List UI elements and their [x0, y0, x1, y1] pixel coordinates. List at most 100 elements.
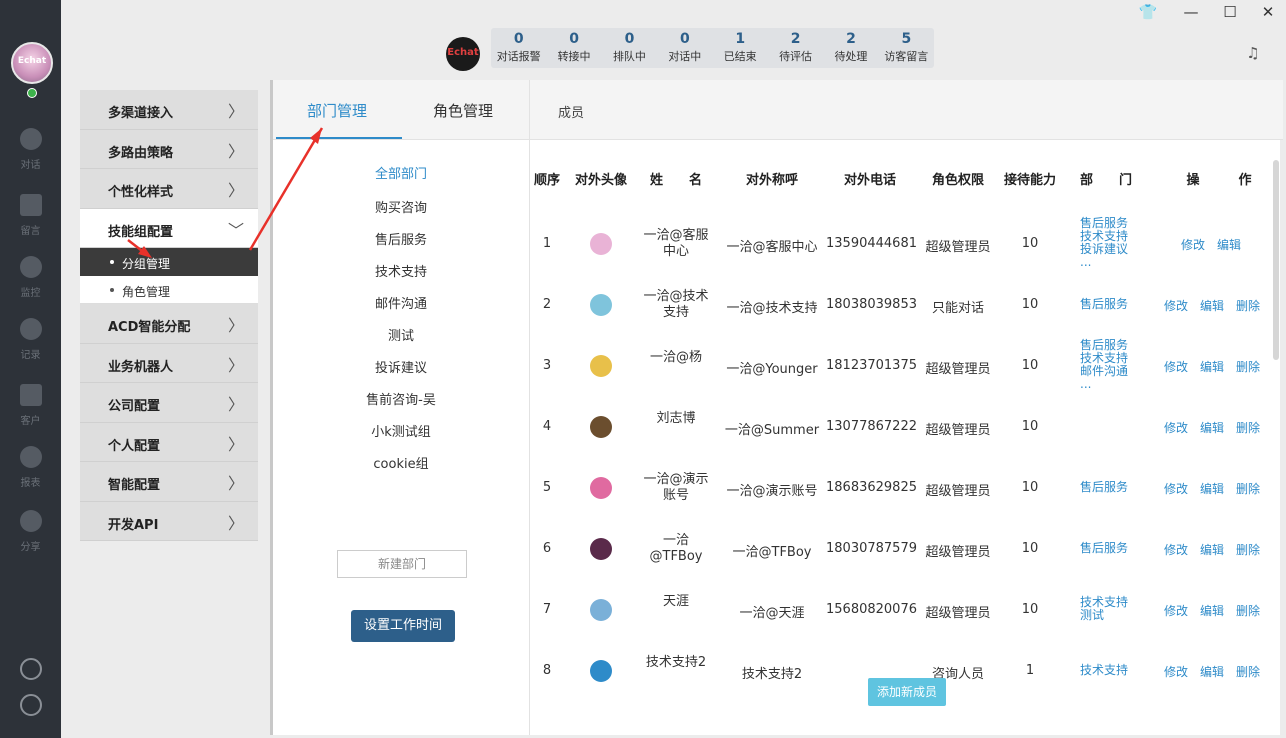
cell-nickname: 一洽@Younger: [726, 362, 818, 377]
menu-item-style[interactable]: 个性化样式 〉: [80, 169, 258, 209]
op-link-1[interactable]: 编辑: [1200, 358, 1224, 375]
rail-label: 客户: [20, 416, 41, 427]
op-link-2[interactable]: 删除: [1236, 297, 1260, 314]
rail-item-records[interactable]: 记录: [0, 318, 61, 378]
stat-transferring[interactable]: 0 转接中: [546, 28, 601, 68]
dept-item[interactable]: 全部部门: [273, 163, 529, 182]
stat-pending[interactable]: 2 待处理: [823, 28, 878, 68]
dept-item[interactable]: 技术支持: [273, 261, 529, 280]
dept-item[interactable]: cookie组: [273, 453, 529, 472]
dept-item[interactable]: 测试: [273, 325, 529, 344]
new-dept-input[interactable]: 新建部门: [337, 550, 467, 578]
menu-item-skill-group[interactable]: 技能组配置 ﹀: [80, 208, 258, 248]
rail-item-messages[interactable]: 留言: [0, 194, 61, 254]
op-link-2[interactable]: 删除: [1236, 602, 1260, 619]
submenu-role-mgmt[interactable]: 角色管理: [80, 276, 258, 304]
submenu-group-mgmt[interactable]: 分组管理: [80, 248, 258, 276]
op-link-0[interactable]: 修改: [1164, 297, 1188, 314]
dept-item[interactable]: 小k测试组: [273, 421, 529, 440]
menu-item-label: ACD智能分配: [108, 320, 191, 335]
minimize-button[interactable]: —: [1181, 2, 1201, 22]
menu-item-smart[interactable]: 智能配置 〉: [80, 462, 258, 502]
chevron-right-icon: 〉: [227, 513, 244, 533]
cell-dept-link[interactable]: 技术支持: [1080, 663, 1128, 677]
stat-to-evaluate[interactable]: 2 待评估: [768, 28, 823, 68]
dept-item[interactable]: 购买咨询: [273, 197, 529, 216]
chat-icon: [19, 128, 42, 150]
maximize-button[interactable]: ☐: [1220, 2, 1240, 22]
cell-role: 超级管理员: [925, 545, 991, 560]
op-link-1[interactable]: 编辑: [1200, 419, 1224, 436]
chevron-right-icon: 〉: [227, 141, 244, 161]
col-header-name: 姓 名: [649, 173, 702, 188]
menu-item-label: 技能组配置: [108, 224, 174, 240]
col-header-dept: 部 门: [1079, 173, 1132, 188]
stat-ended[interactable]: 1 已结束: [713, 28, 768, 68]
op-link-0[interactable]: 修改: [1164, 358, 1188, 375]
op-link-0[interactable]: 修改: [1164, 419, 1188, 436]
op-link-0[interactable]: 修改: [1164, 541, 1188, 558]
cell-dept-link[interactable]: 售后服务: [1080, 480, 1128, 494]
table-scrollbar[interactable]: [1273, 160, 1279, 360]
power-icon[interactable]: [20, 694, 42, 716]
rail-item-reports[interactable]: 报表: [0, 446, 61, 506]
cell-role: 超级管理员: [925, 423, 991, 438]
cell-dept-link[interactable]: 售后服务: [1080, 297, 1128, 311]
op-link-1[interactable]: 编辑: [1200, 297, 1224, 314]
op-link-0[interactable]: 修改: [1164, 602, 1188, 619]
skin-icon[interactable]: 👕: [1138, 2, 1158, 22]
user-avatar[interactable]: Echat: [11, 42, 53, 84]
op-link-2[interactable]: 删除: [1236, 419, 1260, 436]
menu-item-multichannel[interactable]: 多渠道接入 〉: [80, 90, 258, 130]
tab-role-mgmt[interactable]: 角色管理: [433, 100, 493, 121]
menu-item-personal[interactable]: 个人配置 〉: [80, 422, 258, 462]
op-link-2[interactable]: 删除: [1236, 358, 1260, 375]
tab-dept-mgmt[interactable]: 部门管理: [307, 100, 367, 121]
op-link-1[interactable]: 编辑: [1200, 480, 1224, 497]
stat-in-chat[interactable]: 0 对话中: [657, 28, 712, 68]
cell-dept-link[interactable]: 测试: [1080, 609, 1104, 622]
stat-visitor-messages[interactable]: 5 访客留言: [879, 28, 934, 68]
cell-dept-link[interactable]: ...: [1080, 378, 1091, 391]
op-link-1[interactable]: 编辑: [1200, 602, 1224, 619]
op-link-1[interactable]: 编辑: [1217, 236, 1241, 253]
menu-item-routing[interactable]: 多路由策略 〉: [80, 129, 258, 169]
dept-item[interactable]: 售后服务: [273, 229, 529, 248]
stat-alert[interactable]: 0 对话报警: [491, 28, 546, 68]
op-link-1[interactable]: 编辑: [1200, 663, 1224, 680]
online-status-dot: [27, 88, 37, 98]
op-link-1[interactable]: 编辑: [1200, 541, 1224, 558]
add-member-button[interactable]: 添加新成员: [868, 678, 946, 706]
close-button[interactable]: ✕: [1258, 2, 1278, 22]
op-link-0[interactable]: 修改: [1181, 236, 1205, 253]
rail-item-share[interactable]: 分享: [0, 510, 61, 570]
bell-icon[interactable]: ♫: [1244, 44, 1262, 62]
set-work-time-button[interactable]: 设置工作时间: [351, 610, 455, 642]
cell-dept-link[interactable]: ...: [1080, 256, 1091, 269]
rail-item-monitor[interactable]: 监控: [0, 256, 61, 316]
op-link-2[interactable]: 删除: [1236, 541, 1260, 558]
menu-item-robot[interactable]: 业务机器人 〉: [80, 343, 258, 383]
menu-item-api[interactable]: 开发API 〉: [80, 501, 258, 541]
cell-capacity: 10: [1021, 419, 1039, 434]
op-link-0[interactable]: 修改: [1164, 480, 1188, 497]
menu-item-company[interactable]: 公司配置 〉: [80, 383, 258, 423]
settings-gear-icon[interactable]: [20, 658, 42, 680]
cell-order: 8: [542, 663, 552, 678]
dept-item[interactable]: 售前咨询-吴: [273, 389, 529, 408]
cell-order: 1: [542, 236, 552, 251]
rail-item-chat[interactable]: 对话: [0, 128, 61, 188]
contact-card-icon: [19, 384, 42, 406]
op-link-2[interactable]: 删除: [1236, 663, 1260, 680]
rail-label: 对话: [20, 160, 41, 171]
cell-name: 一洽@客服中心: [643, 228, 709, 259]
cell-dept-link[interactable]: 售后服务: [1080, 541, 1128, 555]
dept-item[interactable]: 投诉建议: [273, 357, 529, 376]
stat-queueing[interactable]: 0 排队中: [602, 28, 657, 68]
rail-item-customers[interactable]: 客户: [0, 384, 61, 444]
op-link-2[interactable]: 删除: [1236, 480, 1260, 497]
stat-count: 0: [569, 31, 579, 47]
menu-item-acd[interactable]: ACD智能分配 〉: [80, 304, 258, 344]
op-link-0[interactable]: 修改: [1164, 663, 1188, 680]
dept-item[interactable]: 邮件沟通: [273, 293, 529, 312]
